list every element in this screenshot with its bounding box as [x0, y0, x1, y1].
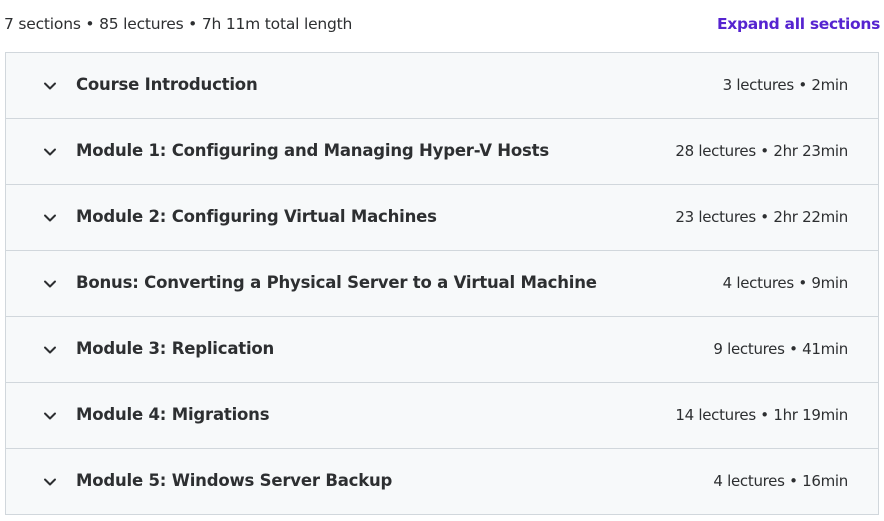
section-meta: 23 lectures • 2hr 22min	[675, 208, 848, 226]
curriculum-summary: 7 sections • 85 lectures • 7h 11m total …	[4, 15, 353, 33]
section-row-bonus[interactable]: Bonus: Converting a Physical Server to a…	[6, 251, 878, 317]
expand-all-sections-button[interactable]: Expand all sections	[717, 15, 880, 33]
section-title: Module 4: Migrations	[76, 405, 270, 424]
section-meta: 28 lectures • 2hr 23min	[675, 142, 848, 160]
section-row-course-introduction[interactable]: Course Introduction 3 lectures • 2min	[6, 53, 878, 119]
chevron-down-icon	[42, 276, 58, 292]
section-meta: 9 lectures • 41min	[713, 340, 848, 358]
chevron-down-icon	[42, 342, 58, 358]
chevron-down-icon	[42, 474, 58, 490]
section-row-module-4[interactable]: Module 4: Migrations 14 lectures • 1hr 1…	[6, 383, 878, 449]
section-title: Module 2: Configuring Virtual Machines	[76, 207, 437, 226]
chevron-down-icon	[42, 78, 58, 94]
section-meta: 4 lectures • 16min	[713, 472, 848, 490]
section-title: Module 5: Windows Server Backup	[76, 471, 393, 490]
section-title: Bonus: Converting a Physical Server to a…	[76, 273, 597, 292]
curriculum-sections-list: Course Introduction 3 lectures • 2min Mo…	[5, 52, 879, 515]
section-meta: 14 lectures • 1hr 19min	[675, 406, 848, 424]
chevron-down-icon	[42, 144, 58, 160]
chevron-down-icon	[42, 210, 58, 226]
section-meta: 3 lectures • 2min	[722, 76, 849, 94]
chevron-down-icon	[42, 408, 58, 424]
section-meta: 4 lectures • 9min	[722, 274, 849, 292]
section-title: Module 3: Replication	[76, 339, 275, 358]
section-title: Course Introduction	[76, 75, 258, 94]
section-row-module-1[interactable]: Module 1: Configuring and Managing Hyper…	[6, 119, 878, 185]
section-title: Module 1: Configuring and Managing Hyper…	[76, 141, 549, 160]
section-row-module-2[interactable]: Module 2: Configuring Virtual Machines 2…	[6, 185, 878, 251]
section-row-module-5[interactable]: Module 5: Windows Server Backup 4 lectur…	[6, 449, 878, 515]
curriculum-header: 7 sections • 85 lectures • 7h 11m total …	[0, 0, 884, 52]
section-row-module-3[interactable]: Module 3: Replication 9 lectures • 41min	[6, 317, 878, 383]
